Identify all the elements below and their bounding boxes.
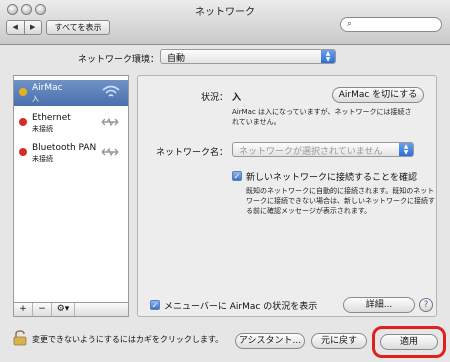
network-preferences-window: ネットワーク ◀ ▶ すべてを表示 ⌕ ネットワーク環境： 自動 ▲ ▼ AirM…	[0, 0, 450, 362]
ask-join-checkbox[interactable]: ✓	[232, 171, 242, 181]
service-item-ethernet[interactable]: Ethernet 未接続	[14, 110, 128, 136]
location-value: 自動	[167, 54, 186, 64]
lock-description: 変更できないようにするにはカギをクリックします。	[32, 335, 224, 344]
status-dot-icon	[19, 118, 27, 126]
ask-join-description-line3: る前に確認メッセージが表示されます。	[246, 207, 372, 215]
service-name: Bluetooth PAN	[32, 143, 97, 153]
service-item-airmac[interactable]: AirMac 入	[14, 80, 128, 106]
status-description-line1: AirMac は入になっていますが、ネットワークには接続さ	[232, 108, 412, 116]
status-dot-icon	[19, 88, 27, 96]
revert-button[interactable]: 元に戻す	[311, 333, 367, 349]
service-list-footer: + − ⚙▾	[13, 303, 129, 317]
lock-icon[interactable]	[13, 330, 27, 349]
search-icon: ⌕	[347, 19, 353, 29]
titlebar: ネットワーク ◀ ▶ すべてを表示 ⌕	[0, 0, 450, 45]
remove-service-button[interactable]: −	[33, 303, 52, 316]
location-label: ネットワーク環境：	[78, 55, 160, 65]
chevron-updown-icon: ▲ ▼	[399, 143, 413, 156]
service-name: Ethernet	[32, 113, 71, 123]
bluetooth-arrows-icon	[100, 145, 120, 162]
status-label: 状況：	[200, 93, 228, 103]
status-value: 入	[232, 93, 242, 103]
help-icon[interactable]: ?	[419, 298, 433, 312]
advanced-button[interactable]: 詳細...	[343, 297, 415, 313]
status-description-line2: れていません。	[232, 118, 281, 126]
window-title: ネットワーク	[195, 7, 255, 18]
apply-highlight-annotation	[372, 326, 446, 358]
service-list: AirMac 入 Ethernet 未接続 Bluetooth PAN 未接続	[13, 75, 129, 303]
detail-panel: 状況： 入 AirMac を切にする AirMac は入になっていますが、ネット…	[137, 75, 437, 317]
service-status: 未接続	[32, 125, 53, 133]
service-status: 入	[32, 95, 39, 103]
network-name-value: ネットワークが選択されていません	[239, 147, 383, 157]
wifi-icon	[102, 85, 120, 102]
add-service-button[interactable]: +	[14, 303, 33, 316]
menubar-status-checkbox[interactable]: ✓	[150, 300, 160, 310]
status-dot-icon	[19, 148, 27, 156]
gear-icon[interactable]: ⚙▾	[52, 303, 75, 316]
show-all-button[interactable]: すべてを表示	[46, 20, 110, 35]
service-name: AirMac	[32, 83, 63, 93]
chevron-updown-icon: ▲ ▼	[321, 50, 335, 63]
assistant-button[interactable]: アシスタント...	[235, 333, 305, 349]
network-name-select[interactable]: ネットワークが選択されていません ▲ ▼	[232, 142, 414, 157]
ask-join-description-line1: 既知のネットワークに自動的に接続されます。既知のネット	[246, 187, 435, 195]
ask-join-label: 新しいネットワークに接続することを確認	[246, 173, 418, 183]
location-select[interactable]: 自動 ▲ ▼	[160, 49, 336, 64]
search-field[interactable]: ⌕	[340, 17, 442, 32]
nav-buttons: ◀ ▶	[6, 20, 42, 35]
ask-join-description-line2: ワークに接続できない場合は、新しいネットワークに接続す	[246, 197, 435, 205]
service-status: 未接続	[32, 155, 53, 163]
service-item-bluetooth-pan[interactable]: Bluetooth PAN 未接続	[14, 140, 128, 166]
menubar-status-label: メニューバーに AirMac の状況を表示	[164, 302, 318, 312]
airmac-off-button[interactable]: AirMac を切にする	[332, 87, 424, 103]
back-icon[interactable]: ◀	[7, 21, 24, 34]
forward-icon[interactable]: ▶	[23, 21, 42, 34]
network-name-label: ネットワーク名：	[155, 148, 228, 158]
ethernet-arrows-icon	[100, 115, 120, 132]
